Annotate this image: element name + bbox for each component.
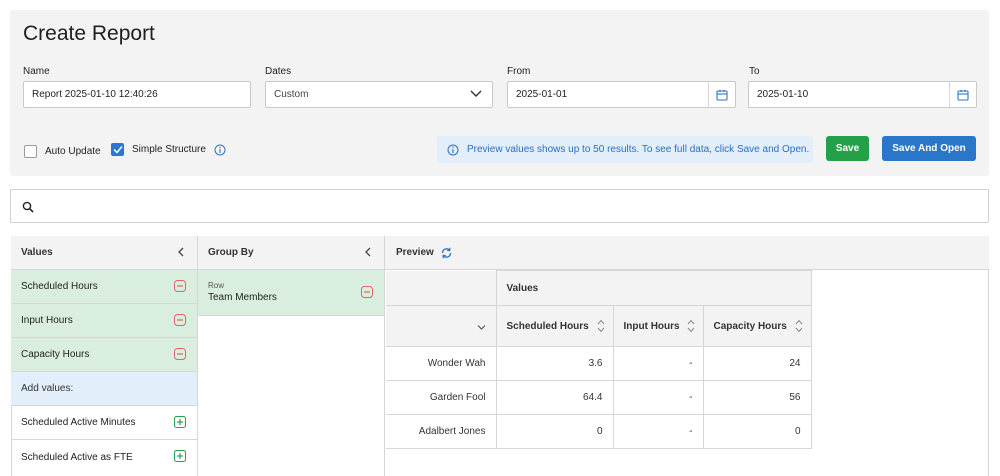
column-header-input-hours[interactable]: Input Hours bbox=[612, 305, 704, 347]
to-date-field[interactable]: 2025-01-10 bbox=[748, 81, 977, 108]
simple-structure-option[interactable]: Simple Structure bbox=[111, 143, 226, 156]
value-item-label: Capacity Hours bbox=[21, 349, 90, 360]
row-name: Adalbert Jones bbox=[386, 414, 497, 449]
value-item-label: Scheduled Active as FTE bbox=[21, 451, 133, 463]
group-by-panel: Group By Row Team Members bbox=[198, 236, 385, 476]
row-name: Garden Fool bbox=[386, 380, 497, 415]
value-item-input-hours[interactable]: Input Hours bbox=[11, 304, 197, 338]
preview-notice: Preview values shows up to 50 results. T… bbox=[437, 136, 813, 163]
notice-text: Preview values shows up to 50 results. T… bbox=[467, 144, 810, 155]
group-by-item-type: Row bbox=[208, 281, 225, 290]
remove-icon[interactable] bbox=[174, 280, 186, 295]
table-corner bbox=[386, 270, 497, 306]
cell-capacity-hours: 0 bbox=[702, 414, 812, 449]
column-header-scheduled-hours[interactable]: Scheduled Hours bbox=[495, 305, 614, 347]
from-value: 2025-01-01 bbox=[516, 89, 568, 100]
auto-update-checkbox[interactable] bbox=[24, 145, 37, 158]
value-item-label: Scheduled Hours bbox=[21, 281, 98, 292]
sort-icon[interactable] bbox=[687, 318, 695, 337]
value-item-label: Input Hours bbox=[21, 315, 73, 326]
group-by-item-label: Team Members bbox=[208, 292, 277, 303]
value-item-scheduled-hours[interactable]: Scheduled Hours bbox=[11, 270, 197, 304]
available-value-scheduled-active-fte[interactable]: Scheduled Active as FTE bbox=[11, 440, 197, 474]
column-header-capacity-hours[interactable]: Capacity Hours bbox=[702, 305, 812, 347]
preview-table: Values Scheduled Hours Input Hours Capac… bbox=[386, 270, 812, 449]
save-and-open-button[interactable]: Save And Open bbox=[882, 136, 976, 161]
search-icon bbox=[22, 200, 34, 218]
values-panel-header: Values bbox=[11, 236, 197, 270]
name-value: Report 2025-01-10 12:40:26 bbox=[32, 89, 158, 100]
refresh-icon[interactable] bbox=[440, 247, 453, 259]
calendar-icon[interactable] bbox=[708, 82, 735, 107]
preview-title: Preview bbox=[396, 247, 434, 258]
value-item-capacity-hours[interactable]: Capacity Hours bbox=[11, 338, 197, 372]
report-header-panel: Create Report Name Report 2025-01-10 12:… bbox=[10, 10, 989, 176]
from-date-field[interactable]: 2025-01-01 bbox=[507, 81, 736, 108]
search-bar[interactable] bbox=[10, 189, 989, 223]
add-icon[interactable] bbox=[174, 450, 186, 465]
simple-structure-label: Simple Structure bbox=[132, 144, 206, 155]
info-icon bbox=[447, 144, 459, 156]
cell-input-hours: - bbox=[612, 380, 704, 415]
values-header: Values bbox=[495, 270, 812, 306]
row-name: Wonder Wah bbox=[386, 346, 497, 381]
chevron-left-icon[interactable] bbox=[364, 247, 372, 260]
table-row: Garden Fool 64.4 - 56 bbox=[386, 380, 812, 415]
calendar-icon[interactable] bbox=[949, 82, 976, 107]
values-panel-title: Values bbox=[21, 247, 53, 258]
group-by-panel-header: Group By bbox=[198, 236, 384, 270]
group-by-item-team-members[interactable]: Row Team Members bbox=[198, 270, 384, 316]
info-icon[interactable] bbox=[214, 144, 226, 156]
available-value-scheduled-active-minutes[interactable]: Scheduled Active Minutes bbox=[11, 406, 197, 440]
sort-icon[interactable] bbox=[795, 318, 803, 337]
column-header-label: Input Hours bbox=[623, 320, 680, 332]
preview-panel-header: Preview bbox=[385, 236, 989, 270]
row-dimension-header[interactable] bbox=[386, 305, 497, 347]
cell-input-hours: - bbox=[612, 414, 704, 449]
chevron-left-icon[interactable] bbox=[177, 247, 185, 260]
remove-icon[interactable] bbox=[174, 348, 186, 363]
table-row: Wonder Wah 3.6 - 24 bbox=[386, 346, 812, 381]
value-item-label: Scheduled Active Minutes bbox=[21, 417, 136, 428]
cell-capacity-hours: 24 bbox=[702, 346, 812, 381]
cell-scheduled-hours: 3.6 bbox=[495, 346, 614, 381]
auto-update-option[interactable]: Auto Update bbox=[24, 145, 101, 158]
cell-scheduled-hours: 64.4 bbox=[495, 380, 614, 415]
values-panel: Values Scheduled Hours Input Hours Capac… bbox=[11, 236, 198, 476]
sort-icon[interactable] bbox=[597, 318, 605, 337]
auto-update-label: Auto Update bbox=[45, 146, 101, 157]
cell-capacity-hours: 56 bbox=[702, 380, 812, 415]
dates-value: Custom bbox=[274, 89, 309, 100]
remove-icon[interactable] bbox=[361, 285, 373, 303]
name-label: Name bbox=[23, 66, 50, 77]
chevron-down-icon[interactable] bbox=[477, 323, 486, 334]
page-title: Create Report bbox=[23, 22, 155, 45]
simple-structure-checkbox[interactable] bbox=[111, 143, 124, 156]
column-header-label: Scheduled Hours bbox=[506, 320, 589, 332]
column-header-label: Capacity Hours bbox=[713, 320, 787, 332]
from-label: From bbox=[507, 66, 531, 77]
to-label: To bbox=[749, 66, 760, 77]
to-value: 2025-01-10 bbox=[757, 89, 809, 100]
name-field[interactable]: Report 2025-01-10 12:40:26 bbox=[23, 81, 251, 108]
save-button[interactable]: Save bbox=[826, 136, 869, 161]
cell-scheduled-hours: 0 bbox=[495, 414, 614, 449]
dates-label: Dates bbox=[265, 66, 292, 77]
chevron-down-icon bbox=[470, 89, 482, 102]
add-icon[interactable] bbox=[174, 416, 186, 431]
dates-select[interactable]: Custom bbox=[265, 81, 493, 108]
remove-icon[interactable] bbox=[174, 314, 186, 329]
cell-input-hours: - bbox=[612, 346, 704, 381]
add-values-heading: Add values: bbox=[11, 372, 197, 406]
group-by-panel-title: Group By bbox=[208, 247, 254, 258]
table-row: Adalbert Jones 0 - 0 bbox=[386, 414, 812, 449]
